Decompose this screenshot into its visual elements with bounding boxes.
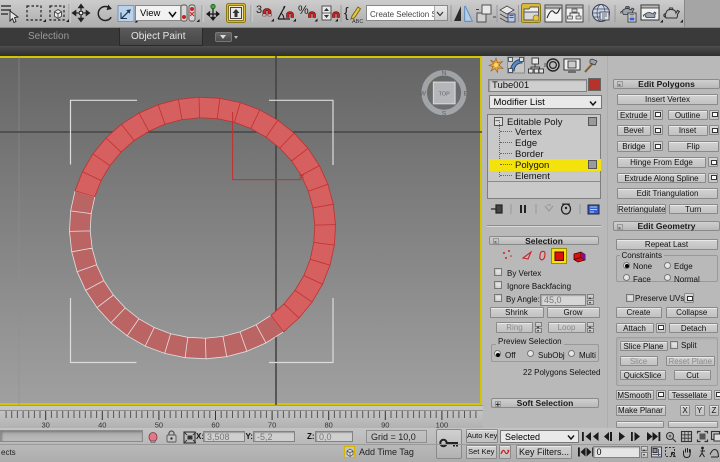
svg-text:S: S	[442, 111, 447, 118]
svg-text:{: {	[344, 4, 349, 20]
svg-text:3: 3	[256, 4, 262, 16]
svg-text:N: N	[442, 70, 447, 77]
svg-text:%: %	[298, 3, 309, 17]
svg-text:E: E	[464, 91, 469, 98]
svg-text:ABC: ABC	[352, 19, 363, 25]
svg-text:W: W	[420, 91, 427, 98]
svg-text:TOP: TOP	[439, 91, 451, 97]
